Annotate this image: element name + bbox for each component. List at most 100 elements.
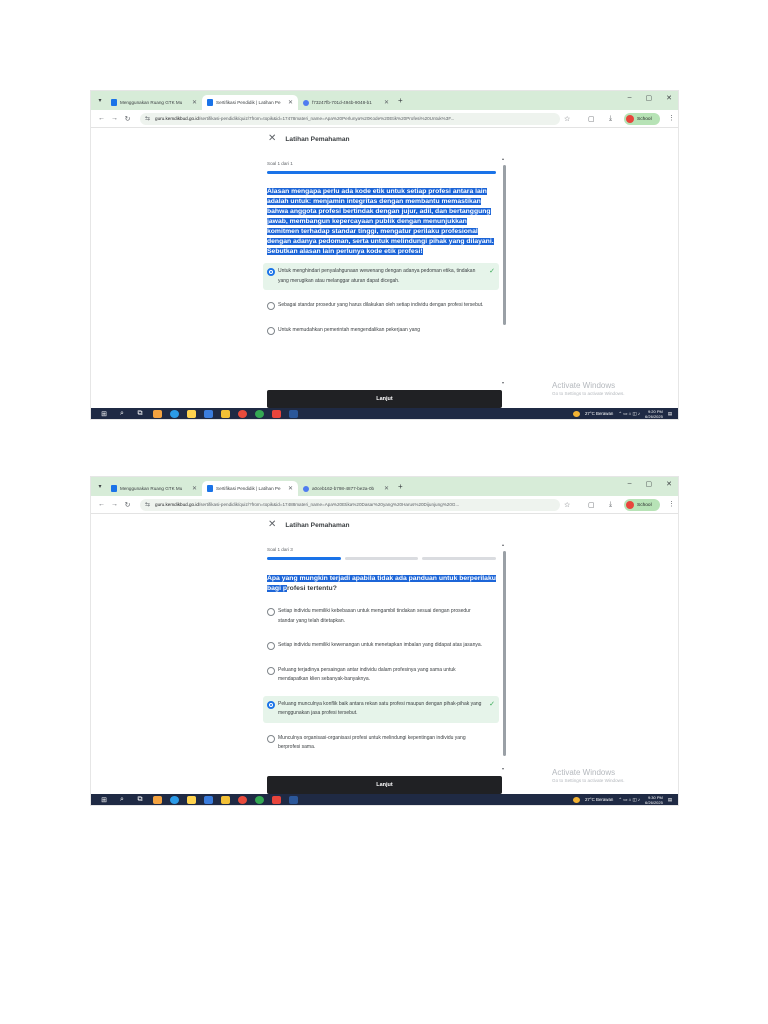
site-info-icon[interactable]: ⇆ <box>145 115 150 122</box>
reload-icon[interactable]: ↻ <box>121 115 134 123</box>
chrome-profile-icon[interactable] <box>272 795 281 804</box>
edge-icon[interactable] <box>170 795 179 804</box>
scroll-up-icon[interactable]: ▴ <box>502 542 504 547</box>
extensions-icon[interactable]: ▢ <box>588 501 595 509</box>
chrome-icon[interactable] <box>255 795 264 804</box>
app-red-icon[interactable] <box>238 795 247 804</box>
close-icon[interactable]: ✕ <box>192 485 197 492</box>
scroll-up-icon[interactable]: ▴ <box>502 156 504 161</box>
bookmark-star-icon[interactable]: ☆ <box>564 501 570 509</box>
tab-menggunakan[interactable]: Menggunakan Ruang GTK Mu ✕ <box>106 481 202 496</box>
menu-kebab-icon[interactable]: ⋮ <box>668 114 675 122</box>
answer-option[interactable]: Peluang munculnya konflik baik antara re… <box>263 695 499 723</box>
close-icon[interactable]: ✕ <box>288 99 293 106</box>
profile-button[interactable]: School <box>624 499 660 511</box>
close-icon[interactable]: ✕ <box>192 99 197 106</box>
search-icon[interactable]: ⌕ <box>113 410 131 418</box>
url-bar[interactable]: ⇆ guru.kemdikbud.go.id /sertifikasi-pend… <box>140 498 560 511</box>
clock[interactable]: 9:20 PM 6/26/2025 <box>645 409 663 419</box>
download-icon[interactable]: ⤓ <box>609 501 612 509</box>
clock[interactable]: 9:30 PM 6/26/2025 <box>645 795 663 805</box>
answer-option[interactable]: Sebagai standar prosedur yang harus dila… <box>263 297 499 315</box>
minimize-button[interactable]: – <box>628 94 632 102</box>
menu-kebab-icon[interactable]: ⋮ <box>668 500 675 508</box>
weather-text[interactable]: 27°C Berawan <box>585 411 613 416</box>
app-icon[interactable] <box>153 409 162 418</box>
site-info-icon[interactable]: ⇆ <box>145 501 150 508</box>
notification-icon[interactable]: ▤ <box>668 797 672 803</box>
store-icon[interactable] <box>204 409 213 418</box>
minimize-button[interactable]: – <box>628 480 632 488</box>
answer-option[interactable]: Untuk menghindari penyalahgunaan wewenan… <box>263 263 499 290</box>
forward-icon[interactable]: → <box>108 115 121 122</box>
tab-search-icon[interactable]: ▾ <box>94 95 106 107</box>
folder-icon[interactable] <box>221 409 230 418</box>
close-window-button[interactable]: ✕ <box>666 480 672 488</box>
chrome-profile-icon[interactable] <box>272 409 281 418</box>
chrome-icon[interactable] <box>255 409 264 418</box>
answer-option[interactable]: Peluang terjadinya persaingan antar indi… <box>263 662 499 689</box>
answer-option[interactable]: Setiap individu memiliki kebebasan untuk… <box>263 603 499 630</box>
scroll-down-icon[interactable]: ▾ <box>502 380 504 385</box>
close-icon[interactable]: ✕ <box>268 134 276 144</box>
new-tab-icon[interactable]: + <box>398 482 403 491</box>
weather-icon[interactable] <box>572 796 580 803</box>
radio-icon[interactable] <box>267 666 275 675</box>
profile-button[interactable]: School <box>624 113 660 125</box>
reload-icon[interactable]: ↻ <box>121 501 134 509</box>
back-icon[interactable]: ← <box>95 501 108 508</box>
radio-icon[interactable] <box>267 302 275 310</box>
store-icon[interactable] <box>204 795 213 804</box>
forward-icon[interactable]: → <box>108 501 121 508</box>
scrollbar[interactable]: ▴ ▾ <box>502 156 506 390</box>
tray-icons[interactable]: ⌃ ▭ ⌂ ◫ ♪ <box>618 797 640 803</box>
weather-text[interactable]: 27°C Berawan <box>585 797 613 802</box>
scroll-thumb[interactable] <box>503 551 506 756</box>
next-button[interactable]: Lanjut <box>267 776 502 794</box>
search-icon[interactable]: ⌕ <box>113 796 131 804</box>
answer-option[interactable]: Setiap individu memiliki kewenangan untu… <box>263 637 499 655</box>
close-window-button[interactable]: ✕ <box>666 94 672 102</box>
close-icon[interactable]: ✕ <box>288 485 293 492</box>
radio-icon[interactable] <box>267 326 275 335</box>
word-icon[interactable] <box>289 409 298 418</box>
bookmark-star-icon[interactable]: ☆ <box>564 115 570 123</box>
task-view-icon[interactable]: ⧉ <box>131 410 149 418</box>
tab-menggunakan[interactable]: Menggunakan Ruang GTK Mu ✕ <box>106 95 202 110</box>
file-explorer-icon[interactable] <box>187 795 196 804</box>
word-icon[interactable] <box>289 795 298 804</box>
close-icon[interactable]: ✕ <box>384 485 389 492</box>
folder-icon[interactable] <box>221 795 230 804</box>
maximize-button[interactable]: ▢ <box>646 94 653 102</box>
radio-icon[interactable] <box>267 608 275 616</box>
tab-sertifikasi[interactable]: Sertifikasi Pendidik | Latihan Pe ✕ <box>202 95 298 110</box>
windows-start-icon[interactable]: ⊞ <box>95 796 113 804</box>
tab-uuid[interactable]: f73247fb-701d-494b-9048-b1 ✕ <box>298 95 394 110</box>
app-icon[interactable] <box>153 795 162 804</box>
tab-search-icon[interactable]: ▾ <box>94 481 106 493</box>
extensions-icon[interactable]: ▢ <box>588 115 595 123</box>
radio-selected-icon[interactable] <box>267 700 275 709</box>
answer-option[interactable]: Munculnya organisasi-organisasi profesi … <box>263 730 499 757</box>
notification-icon[interactable]: ▤ <box>668 411 672 417</box>
radio-selected-icon[interactable] <box>267 268 275 276</box>
back-icon[interactable]: ← <box>95 115 108 122</box>
close-icon[interactable]: ✕ <box>268 520 276 530</box>
scroll-thumb[interactable] <box>503 165 506 325</box>
windows-start-icon[interactable]: ⊞ <box>95 410 113 418</box>
url-bar[interactable]: ⇆ guru.kemdikbud.go.id /sertifikasi-pend… <box>140 112 560 125</box>
new-tab-icon[interactable]: + <box>398 96 403 105</box>
weather-icon[interactable] <box>572 410 580 417</box>
scroll-down-icon[interactable]: ▾ <box>502 766 504 771</box>
answer-option[interactable]: Untuk memudahkan pemerintah mengendalika… <box>263 322 499 336</box>
app-red-icon[interactable] <box>238 409 247 418</box>
tab-uuid[interactable]: a0ceb162-b798-4877-be2a-0b ✕ <box>298 481 394 496</box>
next-button[interactable]: Lanjut <box>267 390 502 408</box>
radio-icon[interactable] <box>267 734 275 743</box>
scrollbar[interactable]: ▴ ▾ <box>502 542 506 776</box>
download-icon[interactable]: ⤓ <box>609 115 612 123</box>
tray-icons[interactable]: ⌃ ▭ ⌂ ◫ ♪ <box>618 411 640 417</box>
radio-icon[interactable] <box>267 642 275 650</box>
maximize-button[interactable]: ▢ <box>646 480 653 488</box>
close-icon[interactable]: ✕ <box>384 99 389 106</box>
